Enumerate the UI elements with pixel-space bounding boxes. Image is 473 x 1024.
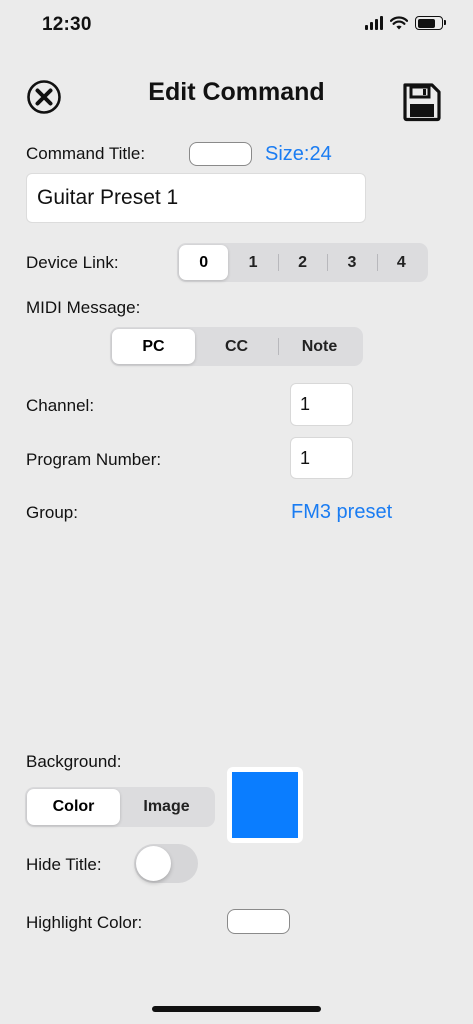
toggle-knob (136, 846, 171, 881)
device-link-option-1[interactable]: 1 (228, 245, 277, 280)
command-title-label: Command Title: (26, 144, 146, 163)
midi-message-segmented-control[interactable]: PC CC Note (110, 327, 363, 366)
cellular-signal-icon (365, 16, 383, 30)
status-icons (365, 16, 446, 30)
title-size-link[interactable]: Size:24 (265, 143, 332, 166)
midi-message-label: MIDI Message: (26, 298, 141, 317)
background-segmented-control[interactable]: Color Image (25, 787, 215, 827)
wifi-icon (390, 16, 408, 30)
command-title-input[interactable]: Guitar Preset 1 (26, 173, 366, 223)
midi-option-note[interactable]: Note (278, 329, 361, 364)
status-time: 12:30 (42, 14, 92, 35)
channel-label: Channel: (26, 396, 95, 415)
background-color-swatch[interactable] (227, 767, 303, 843)
program-number-input[interactable]: 1 (290, 437, 353, 479)
channel-input[interactable]: 1 (290, 383, 353, 426)
device-link-option-2[interactable]: 2 (277, 245, 327, 280)
midi-option-pc[interactable]: PC (112, 329, 195, 364)
background-option-color[interactable]: Color (27, 789, 120, 825)
device-link-option-4[interactable]: 4 (376, 245, 426, 280)
background-label: Background: (26, 752, 122, 771)
title-color-swatch[interactable] (189, 142, 252, 166)
hide-title-toggle[interactable] (134, 844, 198, 883)
device-link-option-0[interactable]: 0 (179, 245, 229, 280)
floppy-disk-icon (403, 83, 441, 122)
highlight-color-swatch[interactable] (227, 909, 290, 934)
device-link-segmented-control[interactable]: 0 1 2 3 4 (177, 243, 428, 282)
background-color-fill (232, 772, 298, 838)
group-link[interactable]: FM3 preset (291, 501, 392, 524)
group-label: Group: (26, 503, 78, 522)
battery-icon (415, 16, 446, 30)
save-button[interactable] (401, 82, 443, 122)
home-indicator (152, 1006, 321, 1012)
midi-option-cc[interactable]: CC (195, 329, 278, 364)
background-option-image[interactable]: Image (120, 789, 213, 825)
program-number-label: Program Number: (26, 450, 162, 469)
device-link-option-3[interactable]: 3 (327, 245, 376, 280)
hide-title-label: Hide Title: (26, 855, 102, 874)
highlight-color-label: Highlight Color: (26, 913, 143, 932)
device-link-label: Device Link: (26, 253, 119, 272)
